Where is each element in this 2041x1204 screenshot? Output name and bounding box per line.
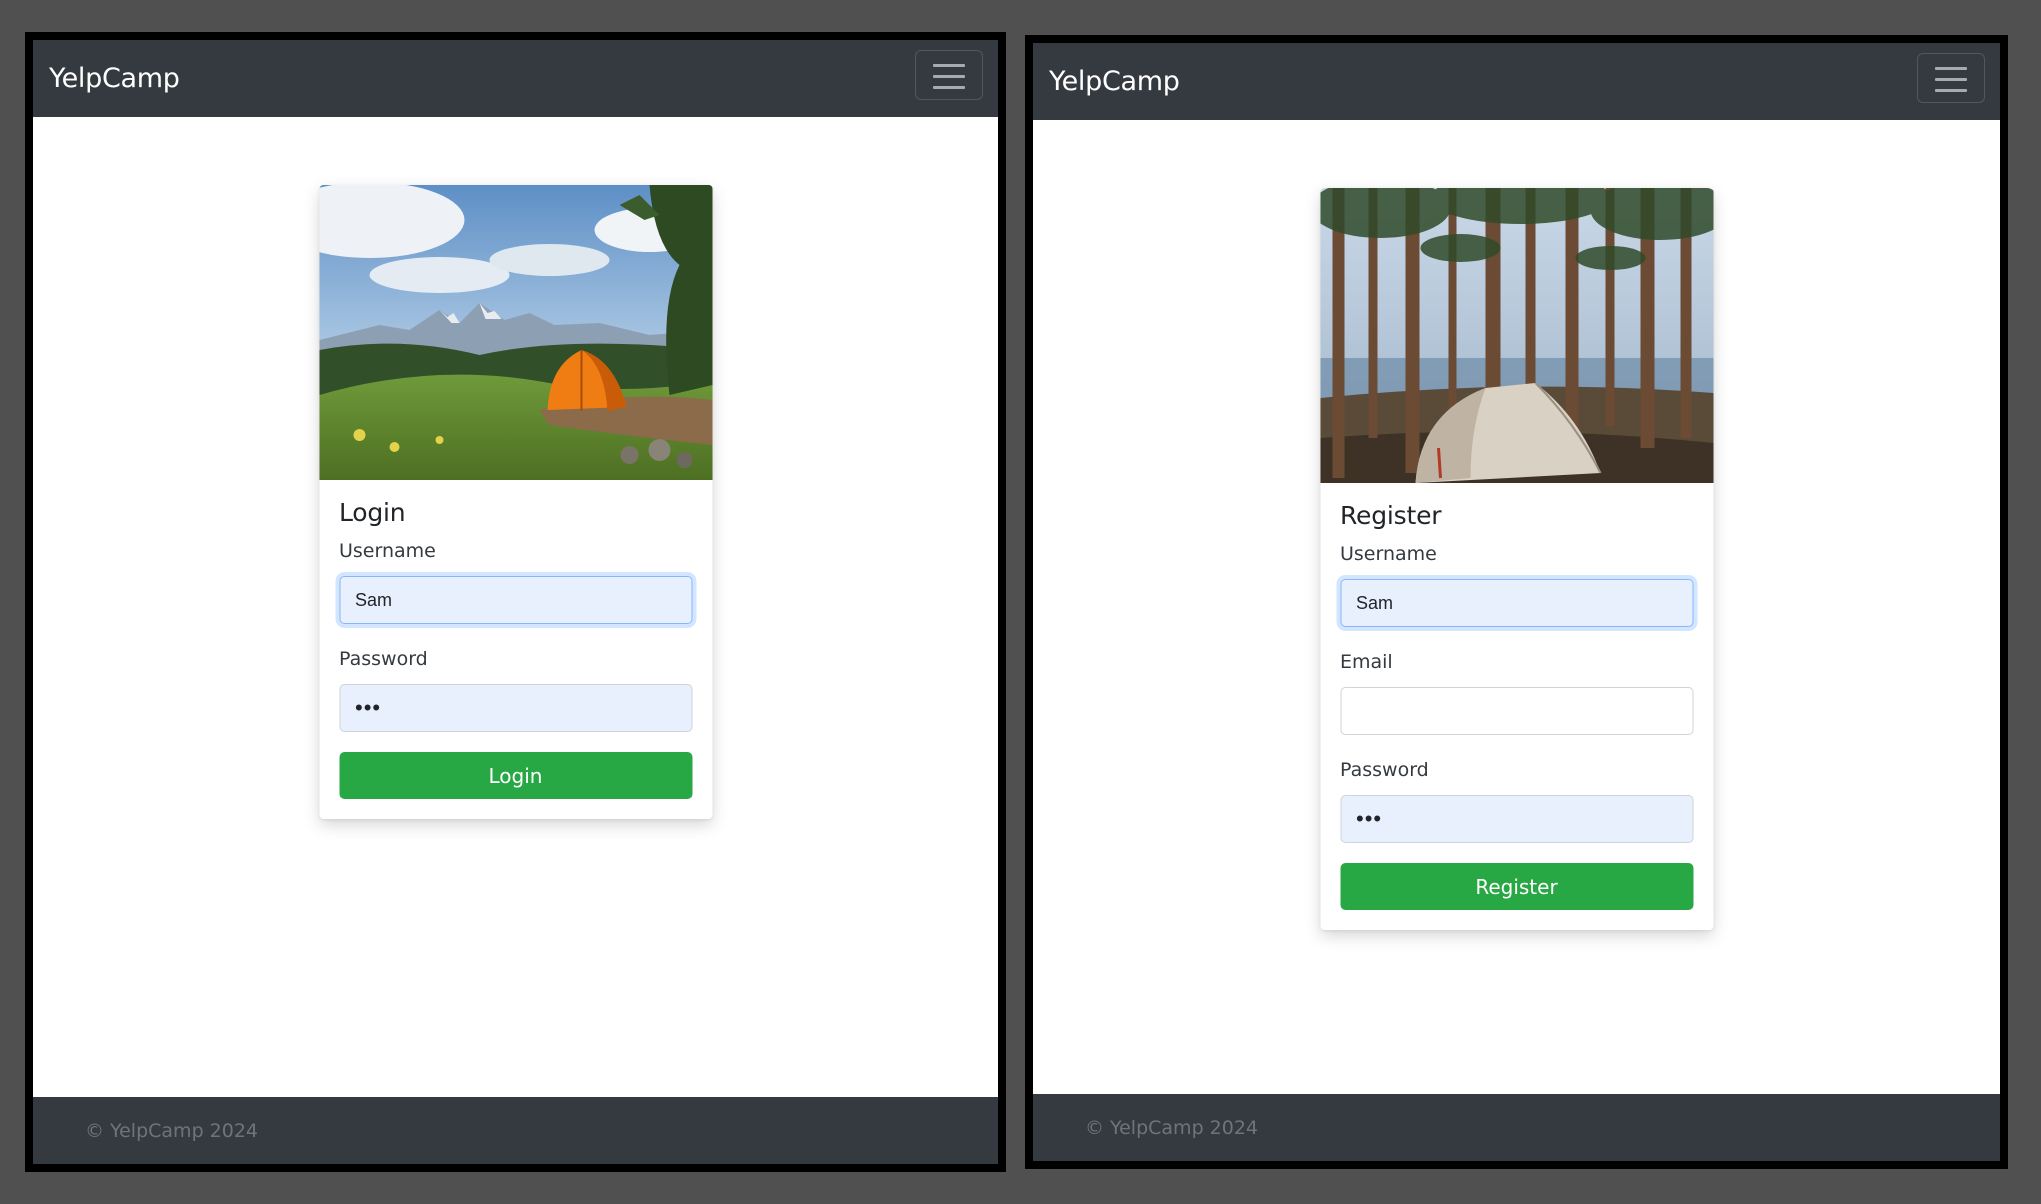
password-input[interactable] xyxy=(1340,795,1693,843)
register-window: YelpCamp Register Username Sam Email Pas… xyxy=(1025,35,2008,1169)
brand-link[interactable]: YelpCamp xyxy=(49,63,180,94)
username-label: Username xyxy=(1340,543,1437,565)
password-input[interactable] xyxy=(339,684,692,732)
password-label: Password xyxy=(1340,759,1429,781)
campsite-mountain-tent-image xyxy=(319,185,712,480)
email-label: Email xyxy=(1340,651,1393,673)
username-input[interactable] xyxy=(339,576,692,624)
register-button[interactable]: Register xyxy=(1340,863,1693,910)
login-button[interactable]: Login xyxy=(339,752,692,799)
email-input[interactable] xyxy=(1340,687,1693,735)
password-label: Password xyxy=(339,648,428,670)
username-label: Username xyxy=(339,540,436,562)
login-title: Login xyxy=(339,498,406,527)
register-card: Register Username Email Password Registe… xyxy=(1320,188,1713,930)
footer: © YelpCamp 2024 xyxy=(33,1097,998,1164)
register-title: Register xyxy=(1340,501,1442,530)
login-form: Login Username Password Login xyxy=(319,480,712,819)
forest-tent-image xyxy=(1320,188,1713,483)
main-content: Register Username Email Password Registe… xyxy=(1033,120,2000,1094)
footer: © YelpCamp 2024 xyxy=(1033,1094,2000,1161)
username-input[interactable] xyxy=(1340,579,1693,627)
footer-copyright: © YelpCamp 2024 xyxy=(85,1119,259,1142)
login-window: YelpCamp Login Username Sam Password •••… xyxy=(25,32,1006,1172)
main-content: Login Username Password Login xyxy=(33,117,998,1097)
navbar: YelpCamp xyxy=(1033,43,2000,120)
navbar-toggler-button[interactable] xyxy=(1917,53,1985,103)
navbar-toggler-button[interactable] xyxy=(915,50,983,100)
footer-copyright: © YelpCamp 2024 xyxy=(1085,1116,1259,1139)
register-form: Register Username Email Password Registe… xyxy=(1320,483,1713,930)
login-card: Login Username Password Login xyxy=(319,185,712,819)
brand-link[interactable]: YelpCamp xyxy=(1049,66,1180,97)
navbar: YelpCamp xyxy=(33,40,998,117)
